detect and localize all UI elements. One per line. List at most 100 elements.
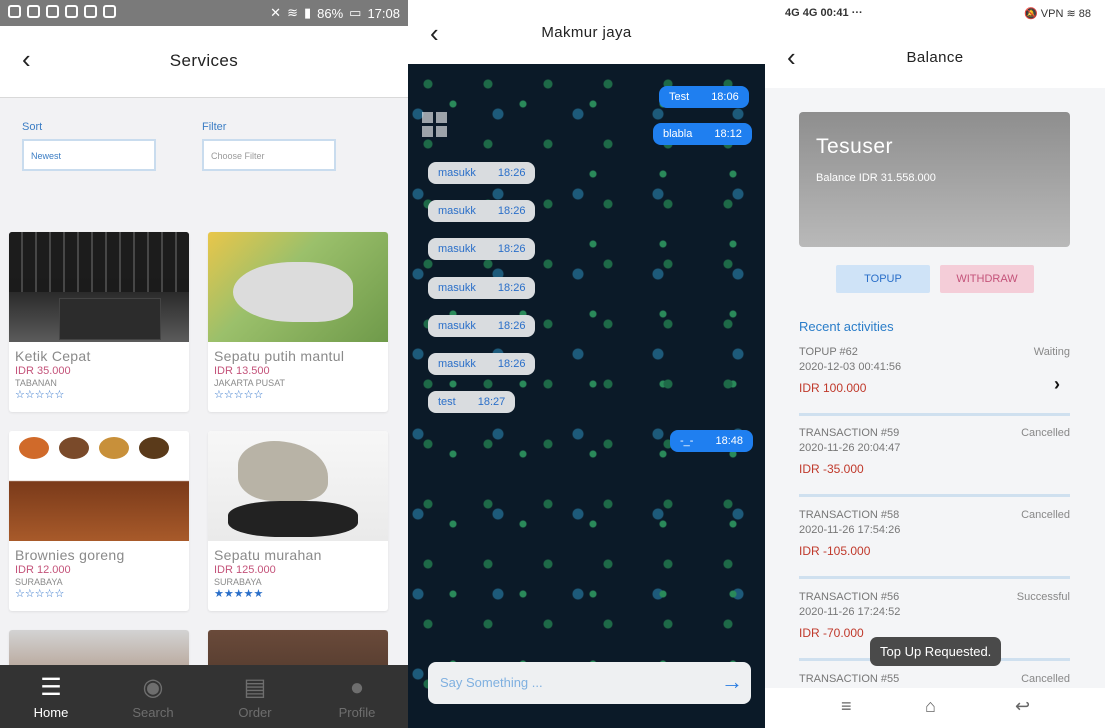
status-bar: ✕ ≋ ▮ 86% ▭ 17:08	[0, 0, 408, 26]
product-card[interactable]	[208, 630, 388, 670]
product-image	[208, 431, 388, 541]
send-arrow-icon[interactable]: →	[721, 669, 743, 695]
page-title: Balance	[906, 49, 964, 66]
bag-icon	[65, 5, 78, 18]
activity-title: TRANSACTION #58	[799, 509, 900, 521]
image-icon	[103, 5, 116, 18]
chat-title: Makmur jaya	[541, 24, 632, 41]
activity-item[interactable]: TRANSACTION #59 2020-11-26 20:04:47 IDR …	[799, 427, 1070, 497]
activity-title: TOPUP #62	[799, 346, 858, 358]
network-and-clock: 4G 4G 00:41 ···	[785, 7, 863, 19]
message-time: 18:26	[497, 167, 526, 179]
message-bubble-in: test 18:27	[428, 391, 516, 413]
message-text: blabla	[663, 128, 693, 140]
screenshot-collage: ✕ ≋ ▮ 86% ▭ 17:08 ‹ Services Sort Newest…	[0, 0, 1105, 728]
services-screen: ✕ ≋ ▮ 86% ▭ 17:08 ‹ Services Sort Newest…	[0, 0, 408, 728]
message-bubble-out: Test 18:06	[659, 86, 749, 108]
balance-card: Tesuser Balance IDR 31.558.000	[799, 112, 1070, 247]
product-card[interactable]: Sepatu murahan IDR 125.000 SURABAYA ★★★★…	[208, 431, 388, 611]
product-card[interactable]: Brownies goreng IDR 12.000 SURABAYA ☆☆☆☆…	[9, 431, 189, 611]
signal-icon: ▮	[303, 5, 312, 20]
message-time: 18:26	[497, 320, 526, 332]
network-type: 4G	[785, 7, 800, 19]
nav-search[interactable]: ◉ Search	[102, 665, 204, 728]
star-rating: ☆☆☆☆☆	[214, 389, 264, 401]
apps-grid-icon[interactable]	[422, 112, 448, 138]
person-icon: ●	[349, 674, 365, 701]
home-icon[interactable]: ⌂	[925, 696, 936, 717]
page-title: Services	[169, 51, 239, 70]
product-name: Ketik Cepat	[15, 348, 91, 364]
system-nav-bar: ≡ ⌂ ↩	[765, 688, 1105, 728]
message-text: masukk	[438, 205, 476, 217]
nav-home[interactable]: ☰ Home	[0, 665, 102, 728]
product-price: IDR 35.000	[15, 365, 71, 377]
message-time: 18:26	[497, 205, 526, 217]
activity-date: 2020-11-26 17:54:26	[799, 524, 901, 536]
message-time: 18:48	[715, 435, 743, 447]
product-price: IDR 125.000	[214, 564, 276, 576]
product-name: Sepatu murahan	[214, 547, 322, 563]
product-card[interactable]	[9, 630, 189, 670]
wifi-icon: ≋	[287, 5, 298, 20]
message-bubble-in: masukk 18:26	[428, 353, 536, 375]
list-icon: ▤	[243, 674, 267, 701]
activity-item[interactable]: TOPUP #62 2020-12-03 00:41:56 IDR 100.00…	[799, 346, 1070, 416]
product-location: TABANAN	[15, 378, 57, 388]
message-text: masukk	[438, 243, 476, 255]
product-card[interactable]: Ketik Cepat IDR 35.000 TABANAN ☆☆☆☆☆	[9, 232, 189, 412]
message-bubble-out: -_- 18:48	[670, 430, 753, 452]
sort-select[interactable]: Newest	[22, 139, 156, 171]
activity-title: TRANSACTION #56	[799, 591, 900, 603]
activity-date: 2020-11-26 20:04:47	[799, 442, 901, 454]
battery-icon: ▭	[349, 5, 362, 20]
activity-date: 2020-12-03 00:41:56	[799, 361, 902, 373]
topup-button[interactable]: TOPUP	[836, 265, 930, 293]
chevron-right-icon[interactable]: ›	[1054, 374, 1060, 395]
product-card[interactable]: Sepatu putih mantul IDR 13.500 JAKARTA P…	[208, 232, 388, 412]
message-bubble-out: blabla 18:12	[653, 123, 752, 145]
compass-icon: ◉	[142, 674, 164, 701]
activity-status: Cancelled	[1021, 673, 1070, 685]
activity-status: Cancelled	[1021, 427, 1070, 439]
recents-icon[interactable]: ≡	[841, 696, 852, 717]
telegram-icon	[8, 5, 21, 18]
sort-label: Sort	[22, 121, 43, 133]
star-rating: ☆☆☆☆☆	[15, 588, 65, 600]
header: ‹ Makmur jaya	[408, 0, 765, 64]
activity-item[interactable]: TRANSACTION #58 2020-11-26 17:54:26 IDR …	[799, 509, 1070, 579]
message-text: masukk	[438, 358, 476, 370]
system-indicators: ✕ ≋ ▮ 86% ▭ 17:08	[270, 5, 400, 21]
activity-title: TRANSACTION #55	[799, 673, 900, 685]
system-indicators: 🔕 VPN ≋ 88	[1024, 8, 1091, 20]
message-input[interactable]: Say Something ... →	[428, 662, 751, 704]
instagram-icon	[46, 5, 59, 18]
message-bubble-in: masukk 18:26	[428, 315, 536, 337]
product-image	[208, 630, 388, 670]
product-location: SURABAYA	[214, 577, 262, 587]
message-bubble-in: masukk 18:26	[428, 162, 536, 184]
bottom-nav: ☰ Home ◉ Search ▤ Order ● Profile	[0, 665, 408, 728]
mute-icon: ✕	[270, 5, 282, 20]
activity-item[interactable]: TRANSACTION #55 Cancelled	[799, 673, 1070, 688]
clock: 00:41	[820, 7, 849, 19]
nav-profile[interactable]: ● Profile	[306, 665, 408, 728]
filter-select[interactable]: Choose Filter	[202, 139, 336, 171]
activity-amount: IDR -35.000	[799, 462, 864, 476]
nav-order[interactable]: ▤ Order	[204, 665, 306, 728]
activity-status: Successful	[1016, 591, 1070, 603]
activity-date: 2020-11-26 17:24:52	[799, 606, 901, 618]
product-image	[9, 630, 189, 670]
recent-activities-heading: Recent activities	[799, 319, 894, 334]
product-image	[208, 232, 388, 342]
balance-screen: 4G 4G 00:41 ··· 🔕 VPN ≋ 88 ‹ Balance Tes…	[765, 0, 1105, 728]
product-price: IDR 13.500	[214, 365, 270, 377]
status-bar: 4G 4G 00:41 ··· 🔕 VPN ≋ 88	[765, 0, 1105, 28]
message-time: 18:27	[477, 396, 506, 408]
product-image	[9, 431, 189, 541]
product-location: SURABAYA	[15, 577, 63, 587]
back-icon[interactable]: ↩	[1015, 696, 1030, 717]
withdraw-button[interactable]: WITHDRAW	[940, 265, 1034, 293]
activity-status: Cancelled	[1021, 509, 1070, 521]
message-time: 18:26	[497, 358, 526, 370]
